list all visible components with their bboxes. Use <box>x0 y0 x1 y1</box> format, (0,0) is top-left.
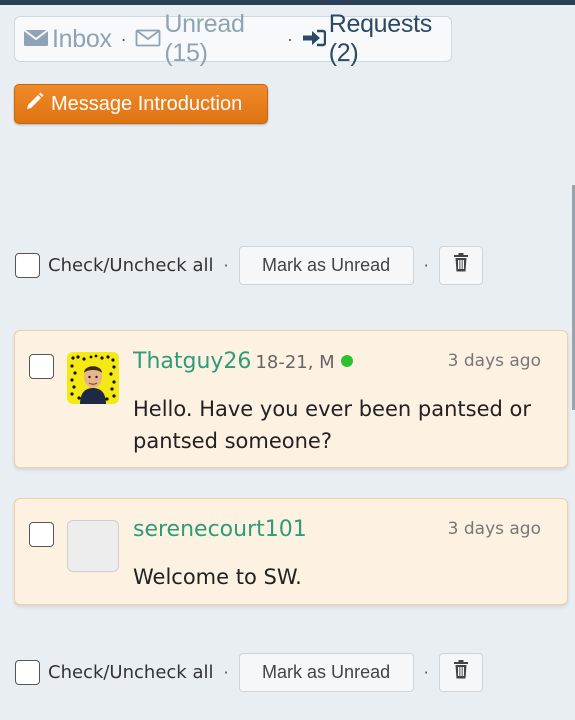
message-select-checkbox[interactable] <box>29 354 54 379</box>
envelope-icon <box>23 25 52 54</box>
message-preview[interactable]: Hello. Have you ever been pantsed or pan… <box>133 393 533 457</box>
check-all-label: Check/Uncheck all <box>48 661 214 683</box>
message-sender[interactable]: serenecourt101 <box>133 517 307 542</box>
message-timestamp: 3 days ago <box>447 519 541 539</box>
action-separator: · <box>423 662 429 682</box>
action-separator: · <box>223 662 229 682</box>
nav-unread-label: Unread (15) <box>164 10 245 67</box>
nav-requests-label: Requests (2) <box>328 10 433 67</box>
avatar[interactable] <box>67 352 119 404</box>
sender-username[interactable]: Thatguy26 <box>133 349 251 374</box>
mark-as-unread-button[interactable]: Mark as Unread <box>238 652 414 692</box>
message-card[interactable]: serenecourt101 3 days ago Welcome to SW. <box>14 498 568 605</box>
pencil-icon <box>25 91 51 117</box>
nav-separator: · <box>120 28 127 49</box>
online-status-indicator <box>340 355 353 367</box>
nav-inbox-link[interactable]: Inbox <box>23 25 112 54</box>
message-introduction-label: Message Introduction <box>51 92 243 115</box>
nav-separator: · <box>287 28 293 49</box>
nav-unread-link[interactable]: Unread (15) <box>135 10 278 68</box>
nav-requests-link[interactable]: Requests (2) <box>302 10 451 68</box>
check-all-checkbox[interactable] <box>15 659 40 685</box>
trash-icon <box>453 660 469 684</box>
snapcode-avatar-image <box>67 352 119 404</box>
sender-username[interactable]: serenecourt101 <box>133 517 307 542</box>
delete-button[interactable] <box>438 652 483 692</box>
bulk-actions-bottom: Check/Uncheck all · Mark as Unread · <box>15 652 483 692</box>
sign-in-icon <box>302 25 329 54</box>
trash-icon <box>453 253 469 277</box>
top-bar <box>0 0 575 5</box>
message-preview[interactable]: Welcome to SW. <box>133 561 533 593</box>
check-all-checkbox[interactable] <box>15 252 40 278</box>
message-card[interactable]: Thatguy26 18-21, M 3 days ago Hello. Have… <box>14 330 568 468</box>
check-all-label: Check/Uncheck all <box>48 254 214 276</box>
mark-as-unread-button[interactable]: Mark as Unread <box>238 245 414 285</box>
bulk-actions-top: Check/Uncheck all · Mark as Unread · <box>15 245 483 285</box>
mail-nav: Inbox · Unread (15) · Requests (2) <box>14 10 452 67</box>
action-separator: · <box>423 255 429 275</box>
action-separator: · <box>223 255 229 275</box>
message-timestamp: 3 days ago <box>447 351 541 371</box>
message-sender[interactable]: Thatguy26 18-21, M <box>133 349 353 374</box>
message-select-checkbox[interactable] <box>29 522 54 547</box>
sender-meta: 18-21, M <box>255 352 335 373</box>
message-introduction-button[interactable]: Message Introduction <box>14 84 268 124</box>
delete-button[interactable] <box>438 245 483 285</box>
envelope-outline-icon <box>135 25 164 54</box>
avatar[interactable] <box>67 520 119 572</box>
nav-inbox-label: Inbox <box>52 24 112 53</box>
